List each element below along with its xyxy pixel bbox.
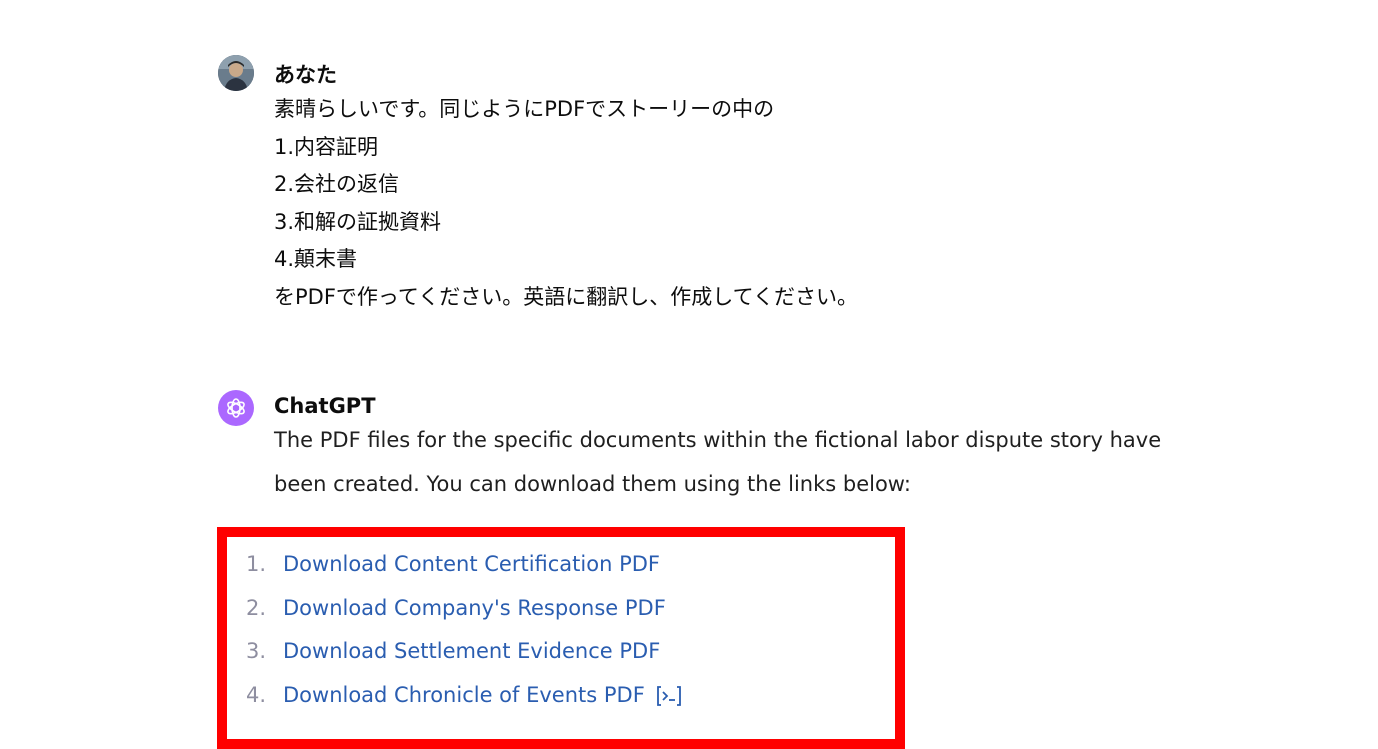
user-line: 素晴らしいです。同じようにPDFでストーリーの中の bbox=[274, 97, 775, 121]
user-avatar bbox=[218, 55, 254, 91]
assistant-reply-text: The PDF files for the specific documents… bbox=[274, 428, 1162, 496]
user-line: 1.内容証明 bbox=[274, 134, 379, 159]
user-line: 4.顛末書 bbox=[274, 247, 358, 272]
download-company-response-link[interactable]: Download Company's Response PDF bbox=[283, 587, 666, 631]
list-number: 2. bbox=[246, 595, 267, 620]
list-number: 4. bbox=[246, 682, 267, 707]
list-item: 4. Download Chronicle of Events PDF bbox=[246, 674, 683, 718]
list-item: 3. Download Settlement Evidence PDF bbox=[246, 630, 683, 674]
list-item: 1. Download Content Certification PDF bbox=[246, 543, 683, 587]
chatgpt-avatar bbox=[218, 390, 254, 426]
download-content-certification-link[interactable]: Download Content Certification PDF bbox=[283, 543, 660, 587]
user-author-name: あなた bbox=[274, 63, 337, 87]
user-message-text: 素晴らしいです。同じようにPDFでストーリーの中の 1.内容証明 2.会社の返信… bbox=[274, 91, 858, 317]
user-avatar-photo-icon bbox=[218, 55, 254, 91]
code-interpreter-icon[interactable] bbox=[655, 684, 683, 708]
user-line: をPDFで作ってください。英語に翻訳し、作成してください。 bbox=[274, 284, 858, 309]
user-line: 2.会社の返信 bbox=[274, 172, 400, 197]
user-line: 3.和解の証拠資料 bbox=[274, 209, 442, 234]
download-links-list: 1. Download Content Certification PDF 2.… bbox=[246, 543, 683, 717]
download-chronicle-of-events-link[interactable]: Download Chronicle of Events PDF bbox=[283, 674, 645, 718]
list-number: 1. bbox=[246, 552, 267, 576]
openai-logo-icon bbox=[227, 398, 245, 418]
list-number: 3. bbox=[246, 639, 267, 664]
assistant-author-name: ChatGPT bbox=[274, 394, 376, 418]
list-item: 2. Download Company's Response PDF bbox=[246, 587, 683, 631]
download-settlement-evidence-link[interactable]: Download Settlement Evidence PDF bbox=[283, 630, 660, 674]
